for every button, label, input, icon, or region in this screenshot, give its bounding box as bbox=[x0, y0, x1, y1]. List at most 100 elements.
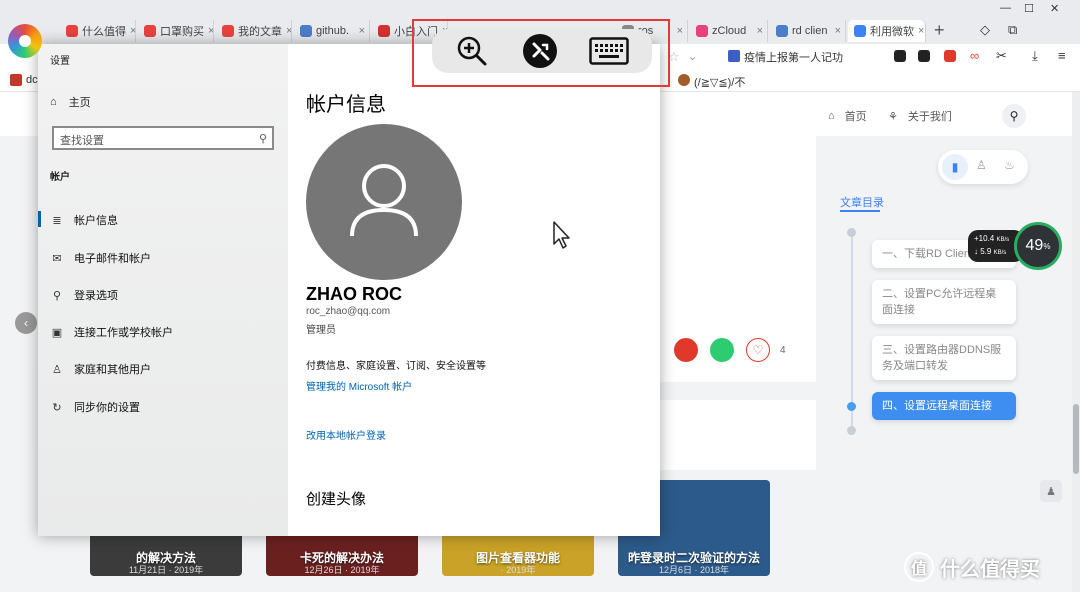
home-label: 主页 bbox=[68, 97, 91, 109]
chevron-down-icon[interactable]: ⌄ bbox=[688, 50, 697, 63]
browser-tab[interactable]: 利用微软 × bbox=[848, 20, 926, 42]
nav-selection-indicator bbox=[38, 211, 41, 227]
watermark-logo-icon: 值 bbox=[904, 552, 934, 582]
fire-tab-icon[interactable]: ♨ bbox=[1004, 158, 1015, 172]
tab-favicon-icon bbox=[66, 25, 78, 37]
settings-window-title: 设置 bbox=[50, 56, 70, 67]
tab-close-icon[interactable]: × bbox=[677, 25, 687, 37]
manage-account-link[interactable]: 管理我的 Microsoft 帐户 bbox=[306, 378, 412, 393]
settings-nav-item[interactable]: ↻ 同步你的设置 bbox=[50, 399, 140, 415]
settings-nav-item[interactable]: ≣ 帐户信息 bbox=[50, 212, 118, 228]
new-tab-button[interactable]: + bbox=[934, 20, 945, 41]
infinity-icon[interactable]: ∞ bbox=[970, 48, 979, 63]
weibo-icon[interactable] bbox=[674, 338, 698, 362]
tab-close-icon[interactable]: × bbox=[130, 25, 135, 37]
menu-icon[interactable]: ≡ bbox=[1058, 48, 1066, 63]
avatar[interactable] bbox=[306, 124, 462, 280]
tab-close-icon[interactable]: × bbox=[918, 25, 925, 37]
nav-item-icon: ≣ bbox=[52, 214, 62, 227]
tab-close-icon[interactable]: × bbox=[835, 25, 845, 37]
browser-tab[interactable]: 什么值得 × bbox=[60, 20, 136, 42]
close-window-button[interactable]: ✕ bbox=[1050, 2, 1059, 15]
thumbnail-date: 12月26日 · 2019年 bbox=[304, 565, 380, 575]
bookmark-item[interactable]: (/≧▽≦)/不 bbox=[694, 74, 745, 90]
settings-nav-item[interactable]: ♙ 家庭和其他用户 bbox=[50, 361, 151, 377]
settings-nav-item[interactable]: ⚲ 登录选项 bbox=[50, 287, 118, 303]
tab-favicon-icon bbox=[854, 25, 866, 37]
browser-tab[interactable]: 我的文章 × bbox=[216, 20, 292, 42]
tab-close-icon[interactable]: × bbox=[757, 25, 767, 37]
search-icon[interactable]: ⚲ bbox=[259, 132, 267, 145]
mouse-cursor-icon bbox=[553, 221, 570, 249]
browser-tab[interactable]: rd clien × bbox=[770, 20, 846, 42]
page-title: 帐户信息 bbox=[306, 92, 386, 116]
extension-icon[interactable] bbox=[918, 50, 930, 62]
search-icon[interactable]: ⚲ bbox=[1002, 104, 1026, 128]
create-avatar-heading: 创建头像 bbox=[306, 491, 367, 508]
carousel-left-arrow-icon[interactable]: ‹ bbox=[15, 312, 37, 334]
tab-favicon-icon bbox=[378, 25, 390, 37]
browser-logo-icon[interactable] bbox=[8, 24, 42, 58]
keyboard-icon bbox=[589, 37, 629, 65]
tab-close-icon[interactable]: × bbox=[286, 25, 291, 37]
extension-icon[interactable] bbox=[944, 50, 956, 62]
watermark-text: 什么值得买 bbox=[940, 558, 1040, 581]
percent-unit: % bbox=[1043, 241, 1051, 251]
toc-item[interactable]: 三、设置路由器DDNS服务及端口转发 bbox=[872, 336, 1016, 380]
minimize-button[interactable]: — bbox=[1000, 2, 1011, 14]
bookmark-item[interactable]: dc bbox=[26, 74, 38, 86]
extension-icon[interactable] bbox=[894, 50, 906, 62]
nav-item-label: 电子邮件和帐户 bbox=[74, 253, 151, 265]
home-button[interactable]: ⌂ 主页 bbox=[50, 94, 91, 110]
thumbnail-date: 12月6日 · 2018年 bbox=[658, 565, 730, 575]
tab-close-icon[interactable]: × bbox=[208, 25, 213, 37]
settings-nav-item[interactable]: ▣ 连接工作或学校帐户 bbox=[50, 324, 173, 340]
toc-title: 文章目录 bbox=[840, 197, 884, 209]
upload-speed: +10.4 bbox=[974, 234, 995, 243]
wechat-icon[interactable] bbox=[710, 338, 734, 362]
remote-desktop-button[interactable] bbox=[522, 33, 558, 69]
sidebar-tabs: ▮ ♙ ♨ bbox=[938, 150, 1028, 184]
remote-desktop-icon bbox=[523, 34, 557, 68]
zoom-in-button[interactable] bbox=[454, 33, 490, 69]
toc-item[interactable]: 二、设置PC允许远程桌面连接 bbox=[872, 280, 1016, 324]
browser-tab[interactable]: zCloud × bbox=[690, 20, 768, 42]
tab-label: rd clien bbox=[792, 25, 828, 37]
local-account-link[interactable]: 改用本地帐户登录 bbox=[306, 427, 386, 442]
user-role: 管理员 bbox=[306, 325, 336, 336]
nav-item-icon: ✉ bbox=[52, 252, 62, 265]
cpu-percent-ring: 49% bbox=[1014, 222, 1062, 270]
download-speed: 5.9 bbox=[980, 247, 992, 256]
watermark: 值 什么值得买 bbox=[904, 552, 1040, 582]
scissors-icon[interactable]: ✂ bbox=[996, 48, 1007, 64]
settings-search-input[interactable]: 查找设置 ⚲ bbox=[52, 126, 274, 150]
settings-sidebar: 设置 ⌂ 主页 查找设置 ⚲ 帐户 ≣ 帐户信息 ✉ 电子邮件和帐户 ⚲ 登录选项 ▣ 连接工… bbox=[38, 44, 288, 536]
collection-icon[interactable]: ◇ bbox=[980, 22, 990, 38]
upload-unit: KB/s bbox=[996, 237, 1010, 243]
browser-tab[interactable]: github. × bbox=[294, 20, 370, 42]
network-speed-widget: +10.4 KB/s ↓ 5.9 KB/s 49% bbox=[968, 222, 1064, 270]
browser-tab[interactable]: 口罩购买 × bbox=[138, 20, 214, 42]
nav-home[interactable]: ⌂ 首页 bbox=[828, 108, 867, 124]
user-tab-icon[interactable]: ♙ bbox=[976, 158, 987, 172]
user-float-icon[interactable]: ♟ bbox=[1040, 480, 1062, 502]
toc-item-active[interactable]: 四、设置远程桌面连接 bbox=[872, 392, 1016, 420]
search-placeholder: 查找设置 bbox=[60, 135, 104, 147]
tab-close-icon[interactable]: × bbox=[359, 25, 369, 37]
bookmark-tab-icon[interactable]: ▮ bbox=[942, 154, 968, 180]
tab-favicon-icon bbox=[300, 25, 312, 37]
page-scrollbar[interactable] bbox=[1072, 92, 1080, 592]
address-hint[interactable]: 疫情上报第一人记功 bbox=[744, 49, 843, 65]
tab-label: 什么值得 bbox=[82, 26, 126, 38]
nav-item-icon: ♙ bbox=[52, 363, 62, 376]
maximize-button[interactable]: ☐ bbox=[1024, 2, 1034, 15]
keyboard-button[interactable] bbox=[588, 33, 630, 69]
like-icon[interactable]: ♡ bbox=[746, 338, 770, 362]
restore-icon[interactable]: ⧉ bbox=[1008, 22, 1017, 38]
section-heading: 帐户 bbox=[50, 172, 70, 183]
nav-about[interactable]: ⚘ 关于我们 bbox=[888, 108, 952, 124]
page-scrollbar-thumb[interactable] bbox=[1073, 404, 1079, 474]
settings-content: 帐户信息 ZHAO ROC roc_zhao@qq.com 管理员 付费信息、家… bbox=[288, 44, 660, 536]
download-icon[interactable]: ⤓ bbox=[1032, 48, 1038, 64]
settings-nav-item[interactable]: ✉ 电子邮件和帐户 bbox=[50, 250, 151, 266]
